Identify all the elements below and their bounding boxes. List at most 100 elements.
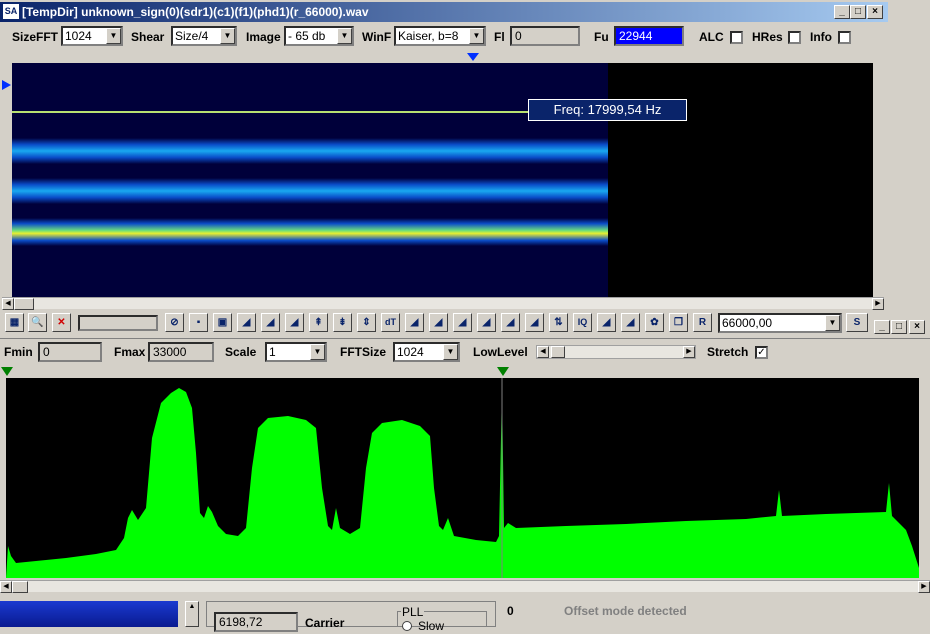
r-button[interactable]: R <box>693 313 712 332</box>
tool-18-icon[interactable]: ◢ <box>597 313 616 332</box>
winf-select[interactable]: Kaiser, b=8 ▼ <box>394 26 486 46</box>
fmax-field[interactable]: 33000 <box>148 342 214 362</box>
delete-icon[interactable]: ✕ <box>52 313 71 332</box>
scroll-thumb[interactable] <box>14 298 34 310</box>
fftsize-label: FFTSize <box>340 345 387 359</box>
scroll-left-icon[interactable]: ◀ <box>0 581 12 593</box>
fu-field[interactable]: 22944 <box>614 26 684 46</box>
divider <box>0 338 930 339</box>
markers-up-icon[interactable]: ⇞ <box>309 313 328 332</box>
sizefft-value: 1024 <box>65 29 92 43</box>
window-title: [TempDir] unknown_sign(0)(sdr1)(c1)(f1)(… <box>0 2 888 22</box>
image-label: Image <box>246 30 281 44</box>
close-button[interactable]: × <box>867 5 883 19</box>
shear-select[interactable]: Size/4 ▼ <box>171 26 237 46</box>
info-checkbox[interactable] <box>838 31 851 44</box>
tool-10-icon[interactable]: ◢ <box>405 313 424 332</box>
chevron-down-icon: ▼ <box>337 28 352 44</box>
cursor-marker-icon[interactable] <box>497 367 509 376</box>
copy-icon[interactable]: ❐ <box>669 313 688 332</box>
alc-checkbox[interactable] <box>730 31 743 44</box>
winf-label: WinF <box>362 30 392 44</box>
frequency-marker-icon[interactable] <box>467 53 479 61</box>
waterfall-scrollbar[interactable]: ◀ ▶ <box>2 297 884 310</box>
waterfall-display[interactable] <box>12 63 873 297</box>
s-button[interactable]: S <box>846 313 868 332</box>
zero-value: 0 <box>507 604 514 618</box>
tool-6-icon[interactable]: ◢ <box>285 313 304 332</box>
restore-max-button[interactable]: □ <box>891 320 907 334</box>
chevron-down-icon: ▼ <box>310 344 325 360</box>
slider-thumb[interactable] <box>551 346 565 358</box>
scroll-thumb[interactable] <box>12 581 28 593</box>
tool-14-icon[interactable]: ◢ <box>501 313 520 332</box>
minimize-button[interactable]: _ <box>834 5 850 19</box>
lowlevel-label: LowLevel <box>473 345 528 359</box>
restore-close-button[interactable]: × <box>909 320 925 334</box>
tool-2-icon[interactable]: ▪ <box>189 313 208 332</box>
stretch-checkbox[interactable]: ✓ <box>755 346 768 359</box>
tool-19-icon[interactable]: ◢ <box>621 313 640 332</box>
spectrum-scrollbar[interactable]: ◀ ▶ <box>0 580 930 593</box>
tool-5-icon[interactable]: ◢ <box>261 313 280 332</box>
fftsize-select[interactable]: 1024 ▼ <box>393 342 460 362</box>
fmin-field[interactable]: 0 <box>38 342 102 362</box>
progress-field <box>78 315 158 331</box>
hres-label: HRes <box>752 30 783 44</box>
time-marker-icon[interactable] <box>2 80 11 90</box>
image-select[interactable]: - 65 db ▼ <box>284 26 354 46</box>
hres-checkbox[interactable] <box>788 31 801 44</box>
scroll-up-icon[interactable]: ▲ <box>185 601 199 627</box>
lowlevel-slider[interactable]: ◀ ▶ <box>536 345 696 359</box>
stretch-label: Stretch <box>707 345 749 359</box>
markers-down-icon[interactable]: ⇟ <box>333 313 352 332</box>
gear-icon[interactable]: ✿ <box>645 313 664 332</box>
info-label: Info <box>810 30 832 44</box>
tool-15-icon[interactable]: ◢ <box>525 313 544 332</box>
zoom-icon[interactable]: 🔍 <box>28 313 47 332</box>
signal-band-1 <box>12 138 608 164</box>
slow-label: Slow <box>418 619 445 633</box>
tool-12-icon[interactable]: ◢ <box>453 313 472 332</box>
slider-right-icon[interactable]: ▶ <box>683 346 695 358</box>
image-value: - 65 db <box>288 29 326 43</box>
tool-4-icon[interactable]: ◢ <box>237 313 256 332</box>
carrier-field[interactable]: 6198,72 <box>214 612 298 632</box>
sizefft-select[interactable]: 1024 ▼ <box>61 26 123 46</box>
fl-field[interactable]: 0 <box>510 26 580 46</box>
scroll-right-icon[interactable]: ▶ <box>918 581 930 593</box>
chevron-down-icon: ▼ <box>106 28 121 44</box>
dt-button[interactable]: dT <box>381 313 400 332</box>
scale-value: 1 <box>269 345 276 359</box>
maximize-button[interactable]: □ <box>850 5 866 19</box>
fl-label: Fl <box>494 30 505 44</box>
alc-label: ALC <box>699 30 724 44</box>
slow-radio[interactable] <box>402 621 412 631</box>
scale-select[interactable]: 1 ▼ <box>265 342 327 362</box>
scroll-right-icon[interactable]: ▶ <box>872 298 884 310</box>
stop-icon[interactable]: ⊘ <box>165 313 184 332</box>
signal-band-2 <box>12 178 608 204</box>
swap-arrows-icon[interactable]: ⇅ <box>549 313 568 332</box>
markers-center-icon[interactable]: ⇕ <box>357 313 376 332</box>
tool-3-icon[interactable]: ▣ <box>213 313 232 332</box>
slider-left-icon[interactable]: ◀ <box>537 346 549 358</box>
fftsize-value: 1024 <box>397 345 424 359</box>
restore-min-button[interactable]: _ <box>874 320 890 334</box>
app-icon: SA <box>3 4 19 19</box>
iq-button[interactable]: IQ <box>573 313 592 332</box>
chevron-down-icon: ▼ <box>825 315 840 331</box>
spectrum-plot[interactable] <box>6 378 919 578</box>
open-icon[interactable]: ▦ <box>5 313 24 332</box>
sample-rate-select[interactable]: 66000,00 ▼ <box>718 313 842 333</box>
tool-13-icon[interactable]: ◢ <box>477 313 496 332</box>
scroll-left-icon[interactable]: ◀ <box>2 298 14 310</box>
fu-label: Fu <box>594 30 609 44</box>
frequency-tooltip: Freq: 17999,54 Hz <box>528 99 687 121</box>
chevron-down-icon: ▼ <box>443 344 458 360</box>
tool-11-icon[interactable]: ◢ <box>429 313 448 332</box>
fmax-label: Fmax <box>114 345 146 359</box>
fmin-marker-icon[interactable] <box>1 367 13 376</box>
sample-rate-value: 66000,00 <box>722 316 773 330</box>
winf-value: Kaiser, b=8 <box>398 29 459 43</box>
